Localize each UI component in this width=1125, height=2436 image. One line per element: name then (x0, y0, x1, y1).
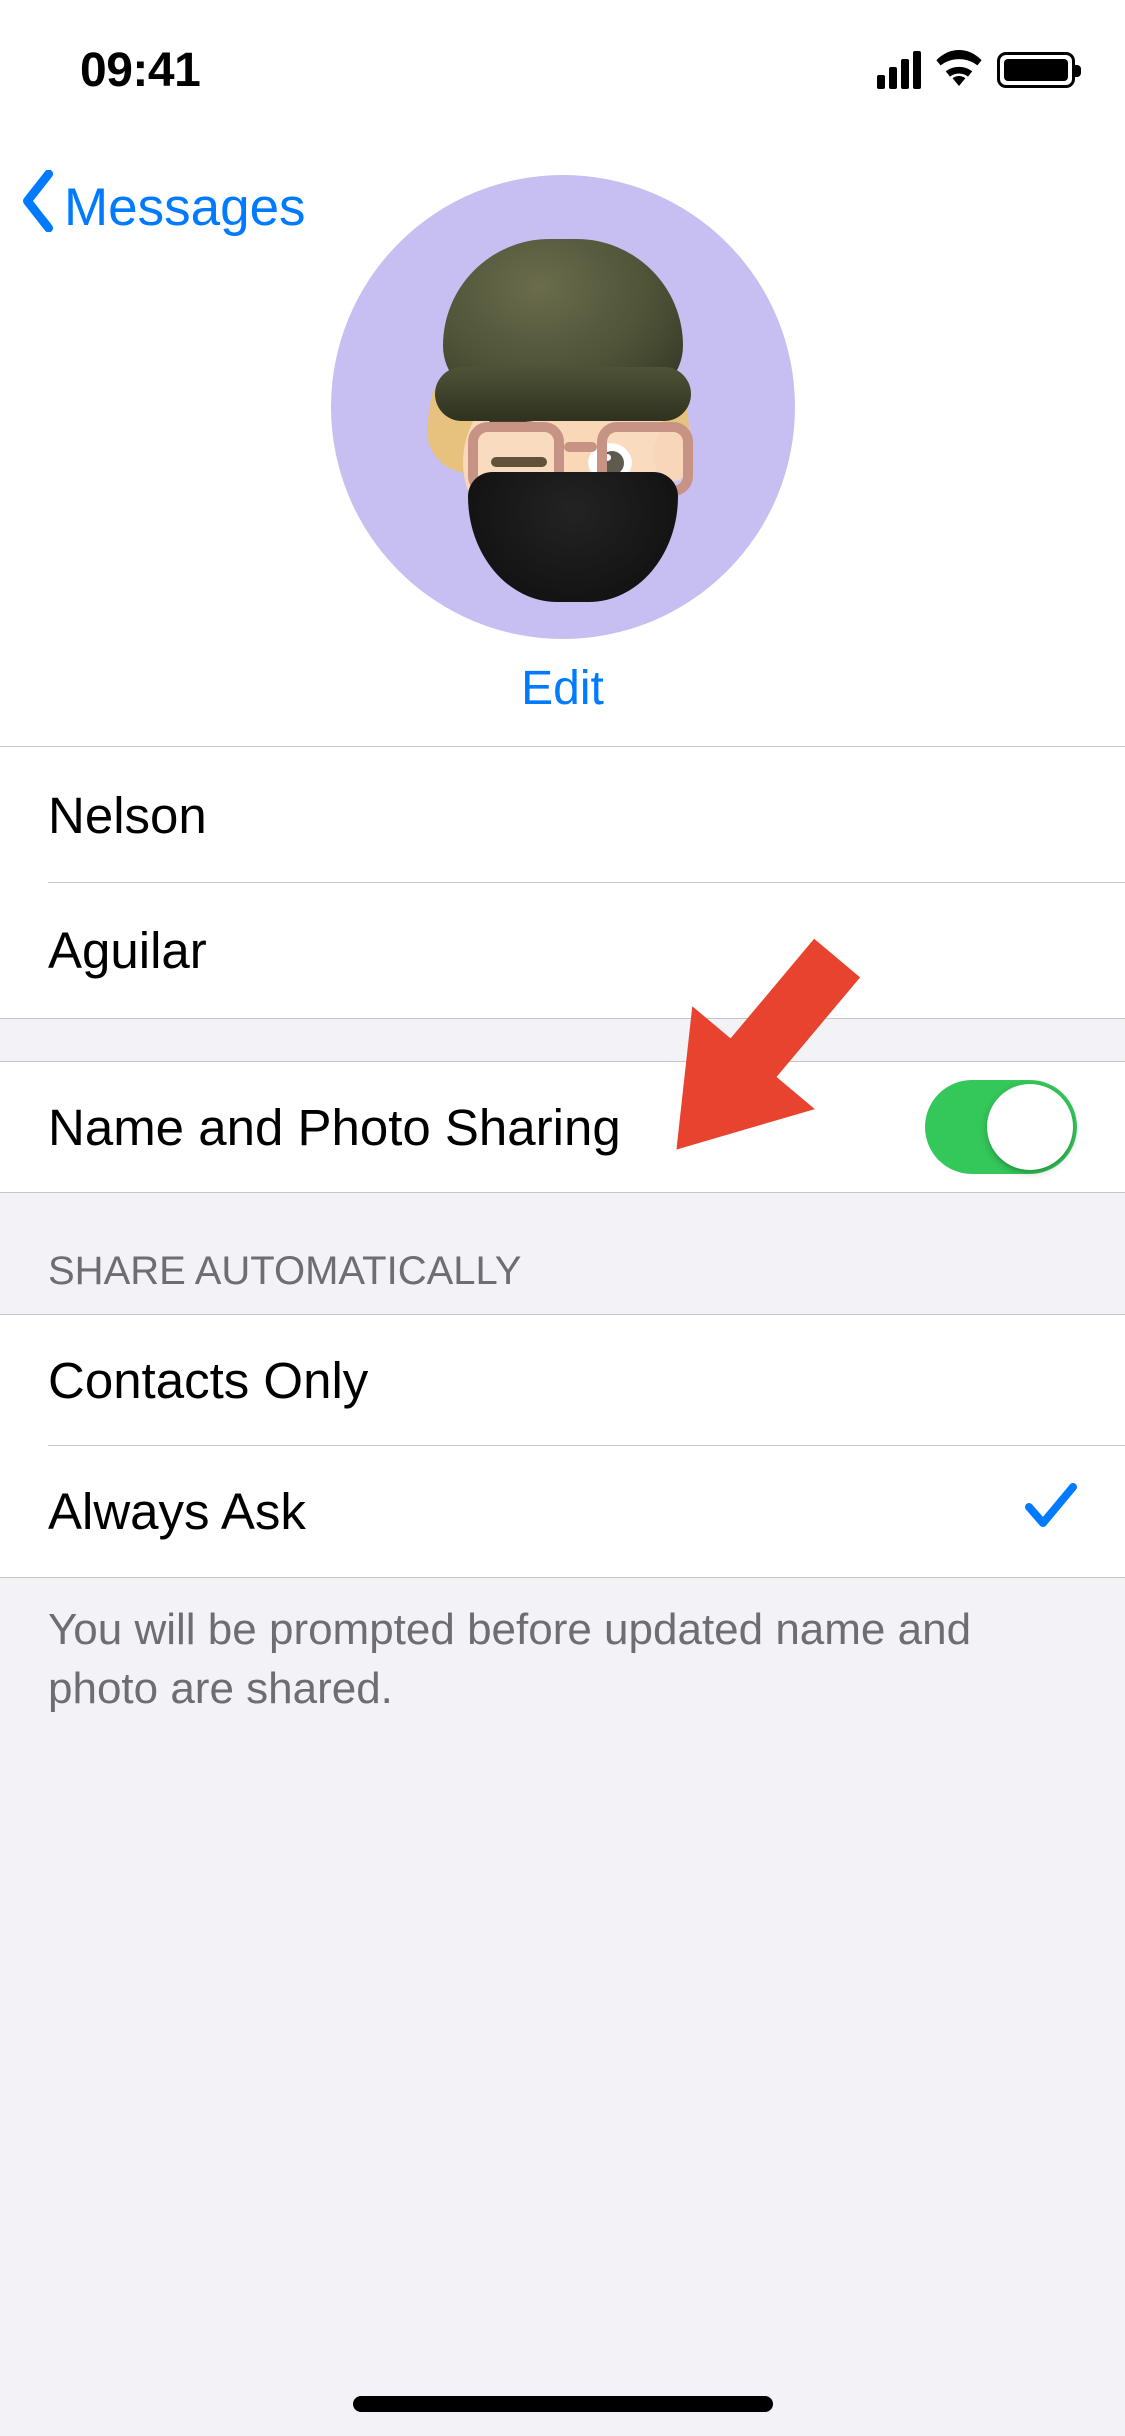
avatar[interactable] (331, 175, 795, 639)
toggle-knob (987, 1084, 1073, 1170)
first-name-field[interactable]: Nelson (0, 747, 1125, 883)
profile-header: Messages Edit (0, 140, 1125, 746)
share-option-label: Always Ask (48, 1482, 306, 1541)
memoji-icon (373, 217, 753, 597)
last-name-value: Aguilar (48, 921, 207, 980)
share-automatically-section: Contacts Only Always Ask (0, 1314, 1125, 1578)
share-automatically-header: SHARE AUTOMATICALLY (0, 1193, 1125, 1314)
edit-avatar-button[interactable]: Edit (521, 661, 604, 716)
share-option-label: Contacts Only (48, 1351, 368, 1410)
name-photo-sharing-toggle[interactable] (925, 1080, 1077, 1174)
status-time: 09:41 (80, 43, 200, 98)
share-option-always-ask[interactable]: Always Ask (0, 1446, 1125, 1578)
battery-icon (997, 52, 1075, 88)
name-photo-sharing-label: Name and Photo Sharing (48, 1098, 621, 1157)
last-name-field[interactable]: Aguilar (0, 883, 1125, 1019)
first-name-value: Nelson (48, 786, 207, 845)
cellular-signal-icon (877, 51, 921, 89)
checkmark-icon (1025, 1481, 1077, 1543)
wifi-icon (935, 50, 983, 91)
name-photo-sharing-row[interactable]: Name and Photo Sharing (0, 1061, 1125, 1193)
share-option-contacts-only[interactable]: Contacts Only (0, 1314, 1125, 1446)
sharing-section: Name and Photo Sharing (0, 1061, 1125, 1193)
status-indicators (877, 50, 1075, 91)
home-indicator (353, 2396, 773, 2412)
name-section: Nelson Aguilar (0, 746, 1125, 1019)
share-automatically-footer: You will be prompted before updated name… (0, 1578, 1125, 1719)
status-bar: 09:41 (0, 0, 1125, 140)
chevron-left-icon (20, 170, 58, 245)
back-label: Messages (64, 177, 306, 238)
back-button[interactable]: Messages (20, 170, 306, 245)
